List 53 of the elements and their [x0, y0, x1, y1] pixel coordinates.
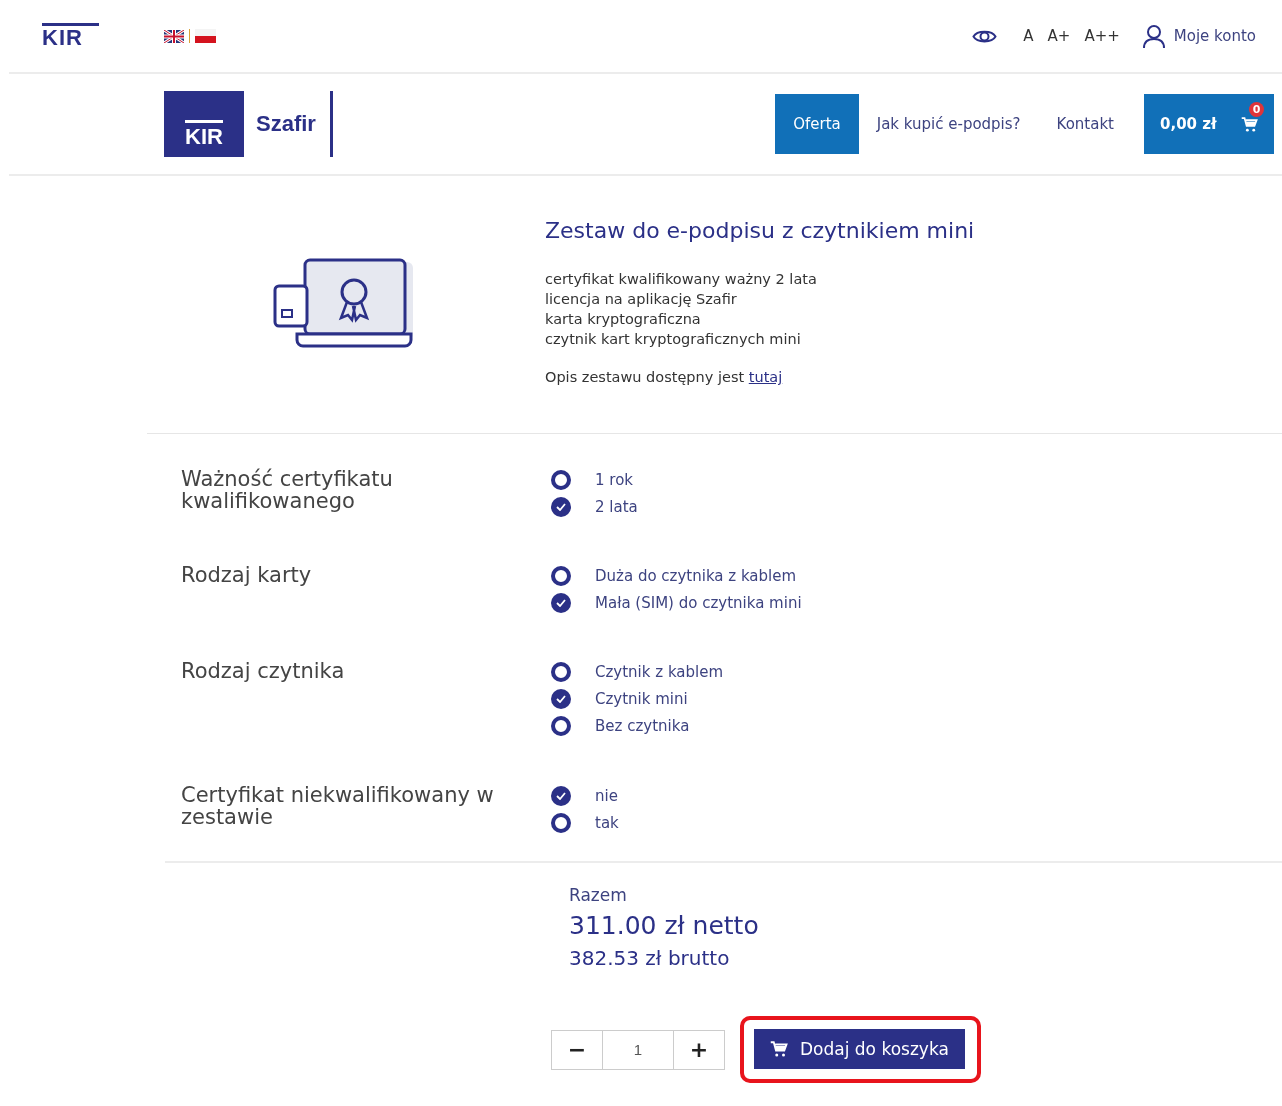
radio-icon[interactable]: [551, 813, 571, 833]
description-text: Opis zestawu dostępny jest tutaj: [545, 369, 784, 385]
radio-option[interactable]: Bez czytnika: [551, 716, 724, 736]
user-icon: [1141, 23, 1166, 49]
cart-count-badge: 0: [1249, 102, 1264, 117]
radio-option[interactable]: Czytnik mini: [551, 689, 724, 709]
nav-link[interactable]: Jak kupić e-podpis?: [858, 94, 1039, 154]
radio-icon[interactable]: [551, 786, 571, 806]
nav-link[interactable]: Kontakt: [1038, 94, 1132, 154]
radio-icon[interactable]: [551, 593, 571, 613]
radio-icon[interactable]: [551, 566, 571, 586]
option-label: Rodzaj czytnika: [181, 660, 346, 685]
feature-text: czytnik kart kryptograficznych mini: [545, 330, 802, 349]
feature-text: certyfikat kwalifikowany ważny 2 lata: [545, 270, 818, 289]
uk-flag-icon[interactable]: [164, 29, 184, 43]
account-link[interactable]: Moje konto: [1141, 23, 1256, 49]
kir-logo[interactable]: KIR: [42, 23, 99, 49]
radio-icon[interactable]: [551, 662, 571, 682]
radio-option[interactable]: Czytnik z kablem: [551, 662, 724, 682]
radio-option[interactable]: tak: [551, 813, 619, 833]
option-label: Rodzaj karty: [181, 564, 313, 589]
feature-text: licencja na aplikację Szafir: [545, 290, 738, 309]
option-label: Ważność certyfikatu kwalifikowanego: [181, 468, 394, 515]
radio-option[interactable]: 1 rok: [551, 470, 638, 490]
font-size-button[interactable]: A++: [1084, 27, 1120, 45]
add-to-cart-button[interactable]: Dodaj do koszyka: [754, 1029, 965, 1069]
decrease-button[interactable]: −: [551, 1029, 603, 1070]
quantity-field[interactable]: 1: [603, 1029, 673, 1070]
radio-icon[interactable]: [551, 470, 571, 490]
poland-flag-icon[interactable]: [195, 29, 216, 43]
product-title: Zestaw do e-podpisu z czytnikiem mini: [545, 218, 975, 243]
nav-link[interactable]: Oferta: [775, 94, 859, 154]
cart-icon: [1241, 115, 1258, 133]
option-label: Certyfikat niekwalifikowany w zestawie: [181, 784, 495, 831]
radio-option[interactable]: 2 lata: [551, 497, 638, 517]
cart-icon: [770, 1040, 788, 1058]
font-size-button[interactable]: A+: [1047, 27, 1071, 45]
kir-logo-box[interactable]: KIR: [164, 91, 244, 157]
cart-button[interactable]: 0,00 zł 0: [1144, 94, 1274, 154]
radio-option[interactable]: Duża do czytnika z kablem: [551, 566, 802, 586]
description-link[interactable]: tutaj: [748, 369, 783, 385]
gross-price: 382.53 zł brutto: [569, 946, 731, 970]
total-label: Razem: [569, 885, 628, 905]
feature-text: karta kryptograficzna: [545, 310, 702, 329]
increase-button[interactable]: +: [673, 1029, 725, 1070]
radio-option[interactable]: Mała (SIM) do czytnika mini: [551, 593, 802, 613]
radio-icon[interactable]: [551, 689, 571, 709]
font-size-button[interactable]: A: [1023, 27, 1034, 45]
radio-icon[interactable]: [551, 716, 571, 736]
radio-icon[interactable]: [551, 497, 571, 517]
radio-option[interactable]: nie: [551, 786, 619, 806]
szafir-logo-text[interactable]: Szafir: [256, 91, 333, 157]
net-price: 311.00 zł netto: [569, 911, 760, 940]
